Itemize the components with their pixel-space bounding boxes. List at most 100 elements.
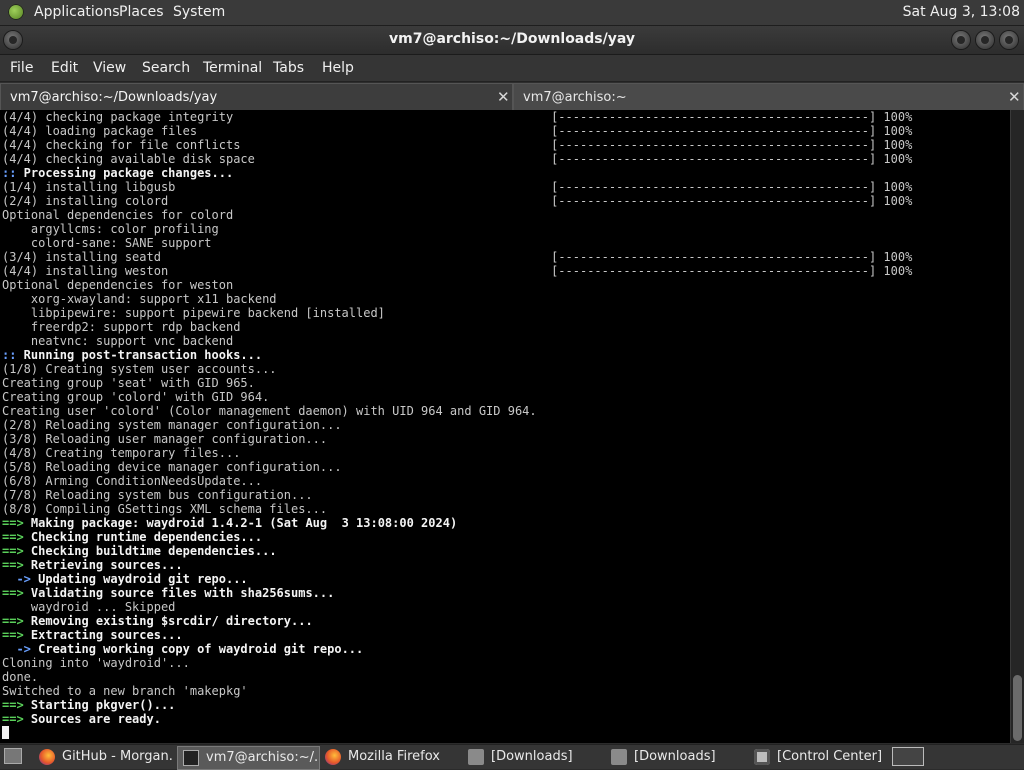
- terminal-line: ==> Sources are ready.: [2, 712, 912, 726]
- terminal-line: (4/8) Creating temporary files...: [2, 446, 912, 460]
- terminal-line: -> Updating waydroid git repo...: [2, 572, 912, 586]
- places-menu[interactable]: Places: [119, 4, 164, 20]
- line-text: (3/4) installing seatd: [2, 250, 161, 264]
- window-titlebar[interactable]: vm7@archiso:~/Downloads/yay: [0, 26, 1024, 55]
- line-prefix: ==>: [2, 712, 24, 726]
- line-text: (4/4) loading package files: [2, 124, 198, 138]
- line-text: (4/4) checking for file conflicts: [2, 138, 241, 152]
- menu-terminal[interactable]: Terminal: [203, 60, 262, 76]
- terminal-line: ==> Making package: waydroid 1.4.2-1 (Sa…: [2, 516, 912, 530]
- line-text: Updating waydroid git repo...: [30, 572, 248, 586]
- task-label: [Downloads]: [634, 749, 716, 764]
- terminal-line: (6/8) Arming ConditionNeedsUpdate...: [2, 474, 912, 488]
- line-text: (3/8) Reloading user manager configurati…: [2, 432, 328, 446]
- menu-search[interactable]: Search: [142, 60, 190, 76]
- maximize-button[interactable]: [976, 31, 994, 49]
- tab-label: vm7@archiso:~/Downloads/yay: [10, 90, 218, 105]
- task-downloads-1[interactable]: [Downloads]: [463, 746, 603, 768]
- system-menu[interactable]: System: [173, 4, 225, 20]
- menu-tabs[interactable]: Tabs: [273, 60, 304, 76]
- terminal-line: (3/8) Reloading user manager configurati…: [2, 432, 912, 446]
- distro-logo-icon[interactable]: [8, 4, 24, 20]
- close-button[interactable]: [1000, 31, 1018, 49]
- tab-close-icon[interactable]: ✕: [1008, 88, 1021, 106]
- terminal-line: Cloning into 'waydroid'...: [2, 656, 912, 670]
- terminal-line: -> Creating working copy of waydroid git…: [2, 642, 912, 656]
- terminal-line: argyllcms: color profiling: [2, 222, 912, 236]
- line-text: (2/8) Reloading system manager configura…: [2, 418, 342, 432]
- terminal-line: :: Processing package changes...: [2, 166, 912, 180]
- progress-bar-text: [---------------------------------------…: [551, 180, 913, 194]
- line-text: waydroid ... Skipped: [2, 600, 176, 614]
- task-control-center[interactable]: [Control Center]: [749, 746, 889, 768]
- terminal-line: ==> Checking runtime dependencies...: [2, 530, 912, 544]
- line-text: Removing existing $srcdir/ directory...: [23, 614, 313, 628]
- terminal-lines: (4/4) checking package integrity [------…: [2, 110, 912, 740]
- menu-view[interactable]: View: [93, 60, 126, 76]
- terminal-line: (7/8) Reloading system bus configuration…: [2, 488, 912, 502]
- menubar: File Edit View Search Terminal Tabs Help: [0, 55, 1024, 82]
- line-text: (1/4) installing libgusb: [2, 180, 176, 194]
- line-text: Optional dependencies for colord: [2, 208, 234, 222]
- task-mozilla-firefox[interactable]: Mozilla Firefox: [320, 746, 460, 768]
- task-label: [Downloads]: [491, 749, 573, 764]
- line-prefix: ==>: [2, 544, 24, 558]
- minimize-button[interactable]: [952, 31, 970, 49]
- top-panel: Applications Places System Sat Aug 3, 13…: [0, 0, 1024, 26]
- terminal-output[interactable]: (4/4) checking package integrity [------…: [0, 110, 1010, 743]
- terminal-scrollbar[interactable]: [1010, 110, 1024, 743]
- menu-file[interactable]: File: [10, 60, 33, 76]
- terminal-line: xorg-xwayland: support x11 backend: [2, 292, 912, 306]
- line-text: Creating group 'seat' with GID 965.: [2, 376, 255, 390]
- terminal-line: Switched to a new branch 'makepkg': [2, 684, 912, 698]
- progress-bar-text: [---------------------------------------…: [551, 194, 913, 208]
- line-prefix: ->: [2, 642, 31, 656]
- line-text: colord-sane: SANE support: [2, 236, 212, 250]
- terminal-line: (4/4) checking for file conflicts [-----…: [2, 138, 912, 152]
- line-prefix: ==>: [2, 558, 24, 572]
- progress-bar-text: [---------------------------------------…: [551, 124, 913, 138]
- task-terminal[interactable]: vm7@archiso:~/...: [177, 746, 320, 770]
- task-github-firefox[interactable]: GitHub - Morgan...: [34, 746, 172, 768]
- show-desktop-icon[interactable]: [4, 748, 22, 764]
- terminal-line: (4/4) checking package integrity [------…: [2, 110, 912, 124]
- firefox-icon: [325, 749, 341, 765]
- folder-icon: [611, 749, 627, 765]
- task-label: GitHub - Morgan...: [62, 749, 172, 764]
- menu-help[interactable]: Help: [322, 60, 354, 76]
- tab-close-icon[interactable]: ✕: [497, 88, 510, 106]
- workspace-switcher[interactable]: [892, 747, 924, 766]
- firefox-icon: [39, 749, 55, 765]
- terminal-line: Optional dependencies for weston: [2, 278, 912, 292]
- terminal-line: done.: [2, 670, 912, 684]
- progress-bar-text: [---------------------------------------…: [551, 138, 913, 152]
- terminal-line: (4/4) checking available disk space [---…: [2, 152, 912, 166]
- line-text: freerdp2: support rdp backend: [2, 320, 241, 334]
- terminal-line: (4/4) loading package files [-----------…: [2, 124, 912, 138]
- scrollbar-thumb[interactable]: [1013, 675, 1022, 741]
- clock[interactable]: Sat Aug 3, 13:08: [903, 4, 1020, 20]
- line-text: Creating user 'colord' (Color management…: [2, 404, 537, 418]
- line-text: (2/4) installing colord: [2, 194, 169, 208]
- tab-home[interactable]: vm7@archiso:~ ✕: [513, 83, 1024, 111]
- line-text: Sources are ready.: [23, 712, 161, 726]
- task-label: [Control Center]: [777, 749, 883, 764]
- tab-label: vm7@archiso:~: [523, 90, 627, 105]
- terminal-line: (1/8) Creating system user accounts...: [2, 362, 912, 376]
- terminal-line: ==> Validating source files with sha256s…: [2, 586, 912, 600]
- task-downloads-2[interactable]: [Downloads]: [606, 746, 746, 768]
- prompt-line[interactable]: [2, 726, 912, 740]
- line-prefix: ==>: [2, 516, 24, 530]
- line-text: neatvnc: support vnc backend: [2, 334, 234, 348]
- terminal-line: (1/4) installing libgusb [--------------…: [2, 180, 912, 194]
- applications-menu[interactable]: Applications: [34, 4, 120, 20]
- line-text: Making package: waydroid 1.4.2-1 (Sat Au…: [23, 516, 458, 530]
- terminal-line: (2/8) Reloading system manager configura…: [2, 418, 912, 432]
- progress-bar-text: [---------------------------------------…: [551, 250, 913, 264]
- terminal-line: Creating user 'colord' (Color management…: [2, 404, 912, 418]
- menu-edit[interactable]: Edit: [51, 60, 78, 76]
- tab-downloads-yay[interactable]: vm7@archiso:~/Downloads/yay ✕: [0, 83, 513, 110]
- terminal-line: colord-sane: SANE support: [2, 236, 912, 250]
- line-text: xorg-xwayland: support x11 backend: [2, 292, 277, 306]
- line-text: Extracting sources...: [23, 628, 183, 642]
